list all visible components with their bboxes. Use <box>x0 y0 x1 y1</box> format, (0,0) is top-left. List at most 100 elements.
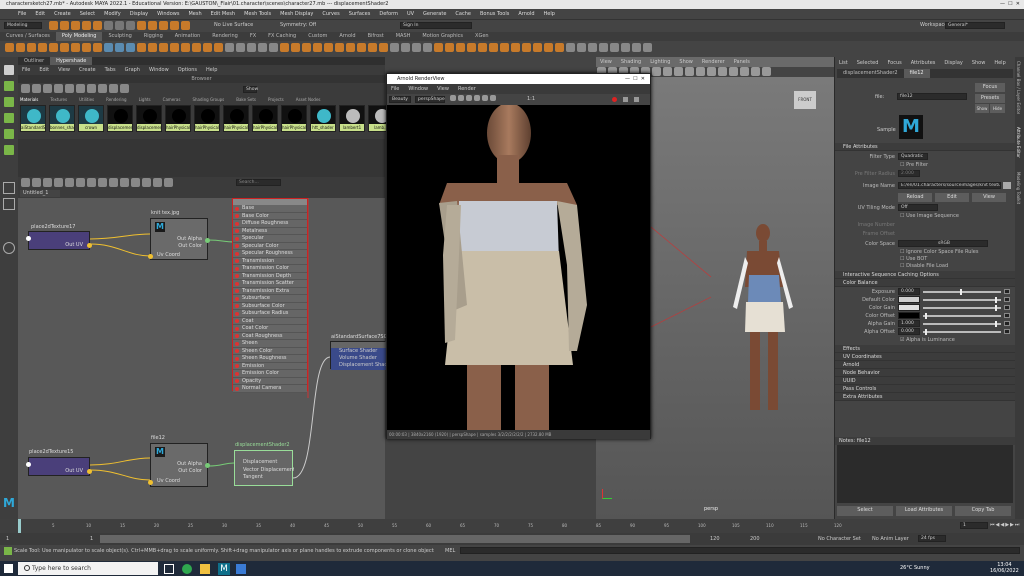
shader-attr-row[interactable]: Transmission Depth <box>233 272 307 280</box>
paint-tool-icon[interactable] <box>4 97 14 107</box>
hs-menu-item-6[interactable]: Window <box>149 67 169 73</box>
material-swatch[interactable]: crown <box>78 105 104 132</box>
cb-row-map-button[interactable] <box>1004 313 1010 318</box>
shader-attr-row[interactable]: Coat Roughness <box>233 332 307 340</box>
hs-subtab-0[interactable]: Materials <box>20 97 38 102</box>
view-button[interactable]: View <box>972 193 1006 202</box>
cb-row-value[interactable] <box>898 304 920 311</box>
shader-attr-row[interactable]: Sheen <box>233 340 307 348</box>
node-graph[interactable]: place2dTexture17 Out UV knit tex.jpg M O… <box>18 198 387 519</box>
menu-item-0[interactable]: File <box>18 11 26 17</box>
hs-menu-item-3[interactable]: Create <box>79 67 96 73</box>
shader-attr-row[interactable]: Specular Color <box>233 242 307 250</box>
material-swatch[interactable]: htt_shader <box>310 105 336 132</box>
hs-menu-item-2[interactable]: View <box>58 67 70 73</box>
attr-port[interactable] <box>235 379 239 383</box>
menu-item-12[interactable]: Surfaces <box>349 11 371 17</box>
copy-tab-button[interactable]: Copy Tab <box>955 506 1011 516</box>
out-alpha-port[interactable] <box>205 463 210 468</box>
collapsed-section[interactable]: UV Coordinates <box>835 353 1015 361</box>
search-icon[interactable] <box>3 242 15 254</box>
node-port[interactable] <box>26 236 31 241</box>
hs-menu-item-8[interactable]: Help <box>206 67 217 73</box>
attr-port[interactable] <box>235 356 239 361</box>
tab-file12[interactable]: file12 <box>903 69 930 78</box>
disable-load-checkbox[interactable]: ☐ Disable File Load <box>900 263 948 269</box>
shelf-tab-0[interactable]: Curves / Surfaces <box>0 32 56 41</box>
edge-icon[interactable] <box>182 564 192 574</box>
attr-port[interactable] <box>235 251 239 256</box>
select-tool-icon[interactable] <box>4 65 14 75</box>
pre-filter-radius-field[interactable]: 2.000 <box>898 170 920 177</box>
hide-button[interactable]: Hide <box>990 104 1005 113</box>
cb-row-value[interactable]: 0.000 <box>898 288 920 295</box>
menu-item-15[interactable]: Generate <box>423 11 446 17</box>
attr-port[interactable] <box>235 206 239 211</box>
attr-port[interactable] <box>235 244 239 248</box>
menu-item-13[interactable]: Deform <box>379 11 398 17</box>
use-bot-checkbox[interactable]: ☐ Use BOT <box>900 256 927 262</box>
menu-item-18[interactable]: Arnold <box>518 11 534 17</box>
attr-port[interactable] <box>235 296 239 301</box>
shelf-tab-8[interactable]: Custom <box>302 32 333 41</box>
tab-outliner[interactable]: Outliner <box>18 57 50 65</box>
collapsed-section[interactable]: Pass Controls <box>835 385 1015 393</box>
hs-subtab-1[interactable]: Textures <box>50 97 67 102</box>
reload-button[interactable]: Reload <box>898 193 932 202</box>
move-tool-icon[interactable] <box>4 113 14 123</box>
vp-menu-item-3[interactable]: Show <box>679 59 693 65</box>
show-button[interactable]: Show <box>975 104 989 113</box>
menu-item-17[interactable]: Bonus Tools <box>480 11 509 17</box>
presets-button[interactable]: Presets <box>975 94 1005 103</box>
shelf-icons[interactable] <box>0 41 1024 56</box>
material-swatch[interactable]: displacement... <box>136 105 162 132</box>
displacementshader2-node[interactable]: displacementShader2 Displacement Vector … <box>234 442 294 486</box>
material-swatch[interactable]: hairPhysical... <box>194 105 220 132</box>
workspace-select[interactable]: General* <box>945 22 1005 29</box>
scale-tool-icon[interactable] <box>4 145 14 155</box>
attr-port[interactable] <box>235 326 239 331</box>
mode-select[interactable]: Modeling <box>4 22 42 29</box>
cb-row-value[interactable]: 0.000 <box>898 328 920 335</box>
menu-item-5[interactable]: Display <box>130 11 148 17</box>
attr-port[interactable] <box>235 236 239 241</box>
shader-attr-row[interactable]: Coat <box>233 317 307 325</box>
shader-attr-row[interactable]: Subsurface <box>233 295 307 303</box>
cb-row-value[interactable]: 1.000 <box>898 320 920 327</box>
graph-search-input[interactable]: Search... <box>236 179 281 186</box>
attr-port[interactable] <box>235 319 239 323</box>
shelf-tab-6[interactable]: FX <box>244 32 262 41</box>
cb-slider-handle[interactable] <box>960 289 962 295</box>
side-tab-modeling-toolkit[interactable]: Modeling Toolkit <box>1016 172 1021 204</box>
shader-attr-row[interactable]: Diffuse Roughness <box>233 220 307 228</box>
attr-port[interactable] <box>235 221 239 226</box>
filter-type-select[interactable]: Quadratic <box>898 153 928 160</box>
shader-attr-row[interactable]: Coat Color <box>233 325 307 333</box>
knit-tex-node[interactable]: knit tex.jpg M Out Alpha Out Color Uv Co… <box>148 210 210 260</box>
attr-port[interactable] <box>235 281 239 286</box>
live-surface[interactable]: No Live Surface <box>214 22 253 28</box>
folder-icon[interactable] <box>1003 182 1011 189</box>
vp-menu-item-4[interactable]: Renderer <box>702 59 725 65</box>
attr-port[interactable] <box>235 304 239 308</box>
attr-port[interactable] <box>235 214 239 218</box>
tab-hypershade[interactable]: Hypershade <box>50 57 93 65</box>
collapsed-section[interactable]: Extra Attributes <box>835 393 1015 401</box>
material-swatch[interactable]: hairPhysical... <box>223 105 249 132</box>
attr-port[interactable] <box>235 259 239 263</box>
attr-port[interactable] <box>235 266 239 271</box>
aov-select[interactable]: Beauty <box>389 96 411 103</box>
collapsed-section[interactable]: Arnold <box>835 361 1015 369</box>
uv-coord-port[interactable] <box>148 480 153 485</box>
ignore-cs-checkbox[interactable]: ☐ Ignore Color Space File Rules <box>900 249 978 255</box>
vp-menu-item-2[interactable]: Lighting <box>650 59 670 65</box>
shelf-tab-12[interactable]: Motion Graphics <box>416 32 469 41</box>
browser-icons[interactable] <box>20 84 240 94</box>
current-frame-marker[interactable] <box>18 519 21 533</box>
vp-menu-item-0[interactable]: View <box>600 59 612 65</box>
file12-node[interactable]: file12 M Out Alpha Out Color Uv Coord <box>148 435 210 487</box>
graph-icons[interactable] <box>20 178 230 188</box>
material-swatch[interactable]: hairPhysical... <box>281 105 307 132</box>
ae-menu-item-3[interactable]: Attributes <box>911 60 936 66</box>
uv-tiling-select[interactable]: Off <box>898 204 938 211</box>
